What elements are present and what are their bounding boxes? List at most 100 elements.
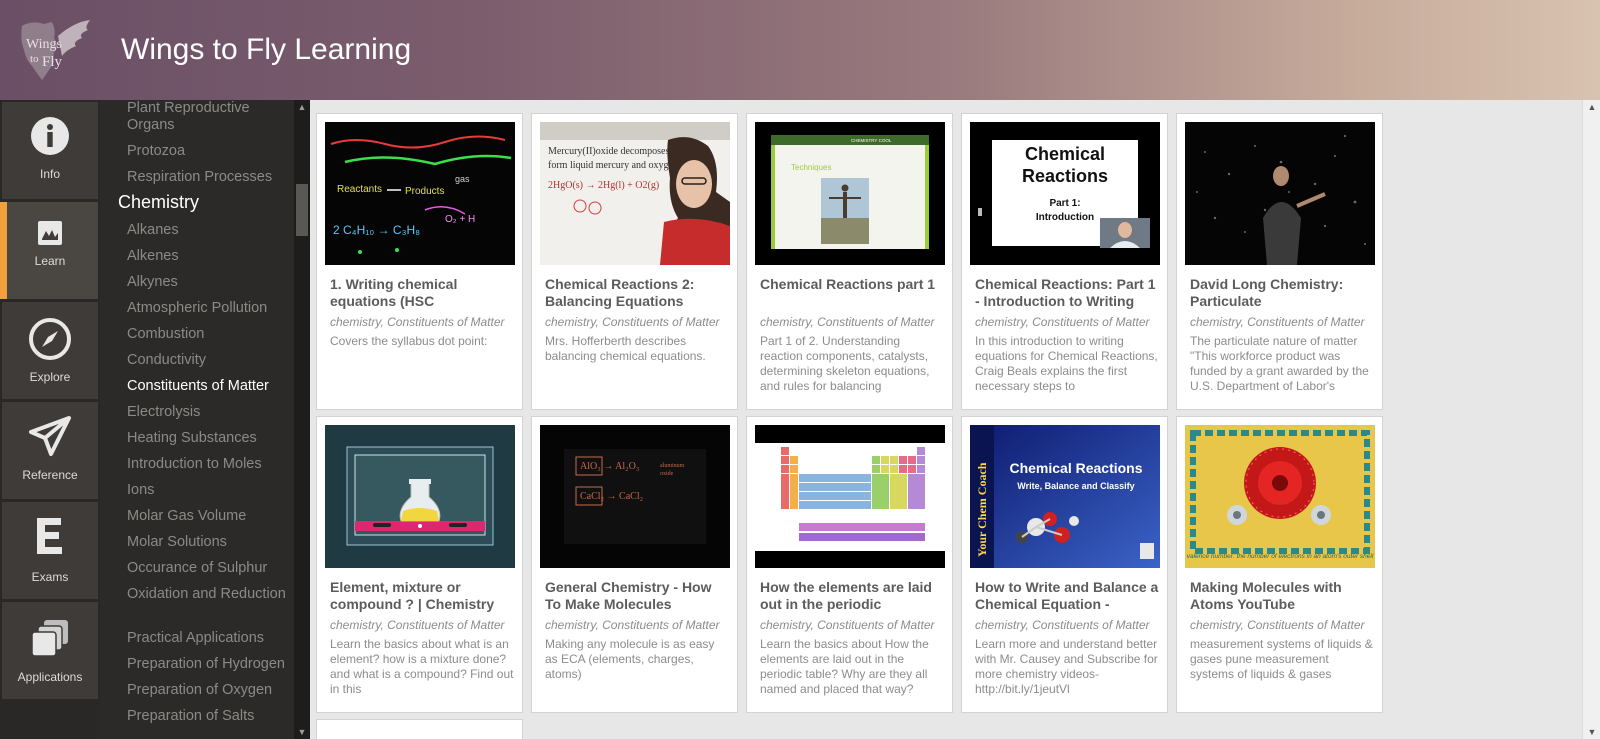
svg-text:oxide: oxide bbox=[660, 471, 674, 477]
video-tags: chemistry, Constituents of Matter bbox=[975, 315, 1150, 329]
video-thumbnail[interactable]: CHEMISTRY COOL Techniques bbox=[755, 122, 945, 265]
nav-info[interactable]: Info bbox=[2, 102, 98, 199]
video-description: Learn more and understand better with Mr… bbox=[975, 637, 1158, 696]
nav-learn[interactable]: Learn bbox=[0, 202, 98, 299]
nav-applications[interactable]: Applications bbox=[2, 602, 98, 699]
topic-item[interactable]: Conductivity bbox=[127, 352, 292, 369]
video-tags: chemistry, Constituents of Matter bbox=[330, 315, 505, 329]
video-tags: chemistry, Constituents of Matter bbox=[975, 618, 1150, 632]
video-card[interactable] bbox=[316, 719, 523, 739]
video-title[interactable]: Chemical Reactions 2: Balancing Equation… bbox=[545, 276, 730, 312]
learn-icon bbox=[38, 221, 62, 245]
video-card[interactable]: How the elements are laid out in the per… bbox=[746, 416, 953, 713]
topic-item[interactable]: Ions bbox=[127, 482, 292, 499]
svg-text:Wings: Wings bbox=[26, 37, 62, 52]
wings-logo-icon[interactable]: Wings to Fly bbox=[18, 16, 94, 84]
topic-item[interactable]: Protozoa bbox=[127, 143, 292, 160]
svg-text:AlO₃ → Al₂O₃: AlO₃ → Al₂O₃ bbox=[580, 461, 639, 472]
topic-item[interactable]: Alkynes bbox=[127, 274, 292, 291]
topic-item[interactable]: Molar Solutions bbox=[127, 534, 292, 551]
topic-item[interactable]: Occurance of Sulphur bbox=[127, 560, 292, 577]
nav-explore[interactable]: Explore bbox=[2, 302, 98, 399]
video-description: Mrs. Hofferberth describes balancing che… bbox=[545, 334, 706, 363]
topic-item[interactable]: Oxidation and Reduction bbox=[127, 586, 292, 603]
video-tags: chemistry, Constituents of Matter bbox=[545, 315, 720, 329]
topic-heading[interactable]: Chemistry bbox=[118, 193, 283, 211]
svg-text:Reactions: Reactions bbox=[1022, 166, 1108, 186]
app-header: Wings to Fly Wings to Fly Learning bbox=[0, 0, 1600, 100]
svg-text:Mercury(II)oxide decomposes in: Mercury(II)oxide decomposes in bbox=[548, 146, 680, 157]
video-title[interactable]: Element, mixture or compound ? | Chemist… bbox=[330, 579, 515, 615]
topic-item[interactable]: Electrolysis bbox=[127, 404, 292, 421]
topic-list: Plant Reproductive Organs Protozoa Respi… bbox=[100, 100, 294, 739]
scroll-down-icon[interactable]: ▼ bbox=[1583, 727, 1600, 737]
video-title[interactable]: David Long Chemistry: Particulate bbox=[1190, 276, 1375, 312]
video-description: Part 1 of 2. Understanding reaction comp… bbox=[760, 334, 930, 393]
video-thumbnail[interactable] bbox=[1185, 122, 1375, 265]
video-card[interactable]: David Long Chemistry: Particulate chemis… bbox=[1176, 113, 1383, 410]
video-thumbnail[interactable]: valence number: the number of electrons … bbox=[1185, 425, 1375, 568]
thumb-label: Techniques bbox=[791, 163, 831, 172]
video-card[interactable]: Your Chem Coach Chemical Reactions Write… bbox=[961, 416, 1168, 713]
video-card[interactable]: valence number: the number of electrons … bbox=[1176, 416, 1383, 713]
video-thumbnail[interactable]: Chemical Reactions Part 1: Introduction bbox=[970, 122, 1160, 265]
nav-exams[interactable]: Exams bbox=[2, 502, 98, 599]
topic-item-active[interactable]: Constituents of Matter bbox=[127, 378, 292, 395]
svg-text:form liquid mercury and oxygen: form liquid mercury and oxygen bbox=[548, 160, 678, 171]
video-thumbnail[interactable] bbox=[325, 425, 515, 568]
video-title[interactable]: How the elements are laid out in the per… bbox=[760, 579, 945, 615]
topic-item[interactable]: Heating Substances bbox=[127, 430, 292, 447]
topic-item[interactable]: Preparation of Hydrogen bbox=[127, 656, 292, 673]
video-title[interactable]: Chemical Reactions part 1 bbox=[760, 276, 945, 312]
svg-text:Introduction: Introduction bbox=[1036, 212, 1094, 223]
video-description: Making any molecule is as easy as ECA (e… bbox=[545, 637, 715, 681]
topic-item[interactable]: Combustion bbox=[127, 326, 292, 343]
scroll-down-icon[interactable]: ▼ bbox=[294, 727, 310, 737]
video-description: The particulate nature of matter "This w… bbox=[1190, 334, 1369, 393]
video-tags: chemistry, Constituents of Matter bbox=[545, 618, 720, 632]
video-card[interactable]: Mercury(II)oxide decomposes in form liqu… bbox=[531, 113, 738, 410]
video-title[interactable]: Chemical Reactions: Part 1 - Introductio… bbox=[975, 276, 1160, 312]
topic-item[interactable]: Respiration Processes bbox=[127, 169, 292, 186]
topic-item[interactable]: Atmospheric Pollution bbox=[127, 300, 292, 317]
video-tags: chemistry, Constituents of Matter bbox=[1190, 618, 1365, 632]
svg-text:2HgO(s) → 2Hg(l) + O2(g): 2HgO(s) → 2Hg(l) + O2(g) bbox=[548, 180, 659, 191]
video-title[interactable]: 1. Writing chemical equations (HSC bbox=[330, 276, 515, 312]
exams-icon bbox=[37, 518, 62, 554]
svg-text:2 C₄H₁₀ → C₃H₈: 2 C₄H₁₀ → C₃H₈ bbox=[333, 223, 420, 237]
topic-item[interactable]: Alkanes bbox=[127, 222, 292, 239]
main-scrollbar[interactable]: ▲ ▼ bbox=[1582, 100, 1600, 739]
svg-text:Products: Products bbox=[405, 186, 444, 197]
video-thumbnail[interactable]: AlO₃ → Al₂O₃ aluminum oxide CaCl₂ → CaCl… bbox=[540, 425, 730, 568]
topic-item[interactable]: Preparation of Oxygen bbox=[127, 682, 292, 699]
scroll-up-icon[interactable]: ▲ bbox=[1583, 102, 1600, 112]
video-tags: chemistry, Constituents of Matter bbox=[1190, 315, 1365, 329]
topic-scrollbar[interactable]: ▲ ▼ bbox=[294, 100, 310, 739]
video-card[interactable]: Chemical Reactions Part 1: Introduction … bbox=[961, 113, 1168, 410]
scroll-thumb[interactable] bbox=[296, 184, 308, 236]
topic-item[interactable]: Introduction to Moles bbox=[127, 456, 292, 473]
video-title[interactable]: Making Molecules with Atoms YouTube bbox=[1190, 579, 1375, 615]
scroll-up-icon[interactable]: ▲ bbox=[294, 102, 310, 112]
paper-plane-icon bbox=[29, 416, 71, 456]
nav-label: Reference bbox=[22, 468, 78, 482]
video-title[interactable]: How to Write and Balance a Chemical Equa… bbox=[975, 579, 1160, 615]
topic-item[interactable]: Preparation of Salts bbox=[127, 708, 292, 725]
video-thumbnail[interactable]: Your Chem Coach Chemical Reactions Write… bbox=[970, 425, 1160, 568]
video-thumbnail[interactable]: Mercury(II)oxide decomposes in form liqu… bbox=[540, 122, 730, 265]
video-thumbnail[interactable] bbox=[755, 425, 945, 568]
topic-item[interactable]: Alkenes bbox=[127, 248, 292, 265]
video-card[interactable]: AlO₃ → Al₂O₃ aluminum oxide CaCl₂ → CaCl… bbox=[531, 416, 738, 713]
video-thumbnail[interactable]: Reactants Products 2 C₄H₁₀ → C₃H₈ O₂ + H… bbox=[325, 122, 515, 265]
video-card[interactable]: Element, mixture or compound ? | Chemist… bbox=[316, 416, 523, 713]
video-tags: chemistry, Constituents of Matter bbox=[760, 315, 935, 329]
svg-text:to: to bbox=[30, 53, 39, 65]
video-card[interactable]: CHEMISTRY COOL Techniques Chemical React… bbox=[746, 113, 953, 410]
topic-item[interactable]: Plant Reproductive Organs bbox=[127, 100, 292, 134]
topic-item[interactable]: Molar Gas Volume bbox=[127, 508, 292, 525]
video-card[interactable]: Reactants Products 2 C₄H₁₀ → C₃H₈ O₂ + H… bbox=[316, 113, 523, 410]
video-description: Learn the basics about what is an elemen… bbox=[330, 637, 514, 696]
nav-reference[interactable]: Reference bbox=[2, 402, 98, 499]
video-title[interactable]: General Chemistry - How To Make Molecule… bbox=[545, 579, 730, 615]
topic-item[interactable]: Practical Applications bbox=[127, 630, 292, 647]
